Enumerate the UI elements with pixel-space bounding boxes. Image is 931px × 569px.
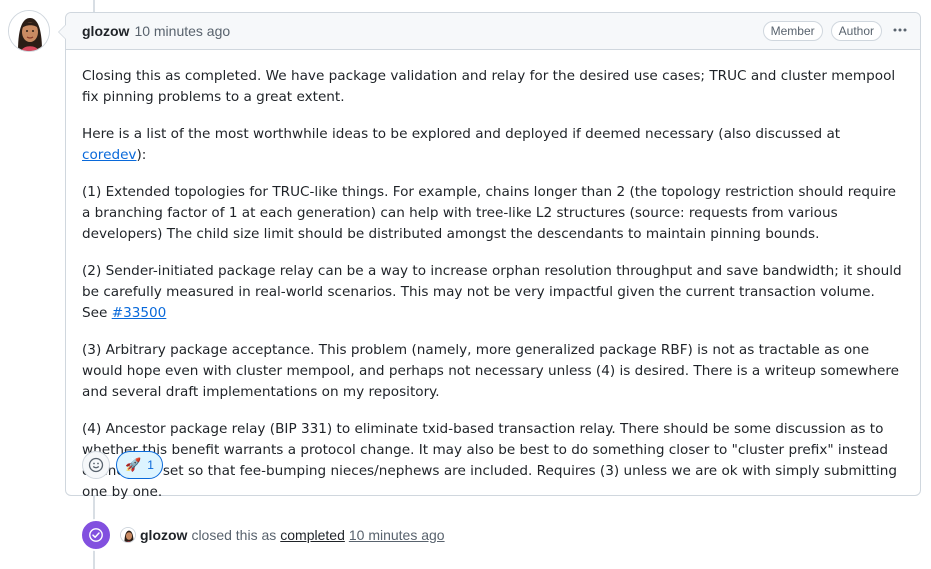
event-time[interactable]: 10 minutes ago	[349, 527, 445, 543]
comment-author[interactable]: glozow	[82, 23, 129, 39]
event-action: closed this as	[191, 527, 277, 543]
paragraph-2-suffix: ):	[136, 147, 147, 163]
paragraph-5: (3) Arbitrary package acceptance. This p…	[82, 342, 900, 400]
rocket-count: 1	[147, 458, 154, 472]
rocket-reaction-button[interactable]: 🚀 1	[116, 451, 163, 479]
author-badge: Author	[830, 21, 882, 41]
event-text: glozow closed this as completed 10 minut…	[120, 527, 445, 543]
comment-timestamp[interactable]: 10 minutes ago	[134, 23, 230, 39]
member-badge: Member	[762, 21, 823, 41]
paragraph-4: (2) Sender-initiated package relay can b…	[82, 261, 904, 324]
add-reaction-button[interactable]	[82, 451, 110, 479]
kebab-horizontal-icon[interactable]	[890, 22, 910, 41]
comment-body: Closing this as completed. We have packa…	[66, 50, 920, 503]
smiley-icon	[88, 457, 104, 473]
coredev-link[interactable]: coredev	[82, 147, 136, 163]
rocket-icon: 🚀	[125, 457, 142, 473]
event-avatar[interactable]	[120, 527, 136, 543]
paragraph-2: Here is a list of the most worthwhile id…	[82, 124, 904, 166]
event-author[interactable]: glozow	[140, 527, 187, 543]
paragraph-3: (1) Extended topologies for TRUC-like th…	[82, 184, 897, 242]
check-circle-icon	[80, 519, 112, 551]
paragraph-6: (4) Ancestor package relay (BIP 331) to …	[82, 421, 898, 500]
closed-event: glozow closed this as completed 10 minut…	[80, 519, 445, 551]
pr-33500-link[interactable]: #33500	[112, 305, 167, 321]
reactions-bar: 🚀 1	[82, 451, 163, 479]
completed-link[interactable]: completed	[280, 527, 345, 543]
paragraph-1: Closing this as completed. We have packa…	[82, 68, 896, 105]
paragraph-4-text: (2) Sender-initiated package relay can b…	[82, 263, 902, 321]
paragraph-2-text: Here is a list of the most worthwhile id…	[82, 126, 841, 142]
comment-box: glozow 10 minutes ago Member Author Clos…	[58, 12, 921, 500]
header-actions: Member Author	[762, 21, 910, 41]
comment-header: glozow 10 minutes ago Member Author	[66, 13, 920, 50]
avatar-illustration	[9, 11, 49, 51]
author-avatar[interactable]	[8, 10, 50, 52]
